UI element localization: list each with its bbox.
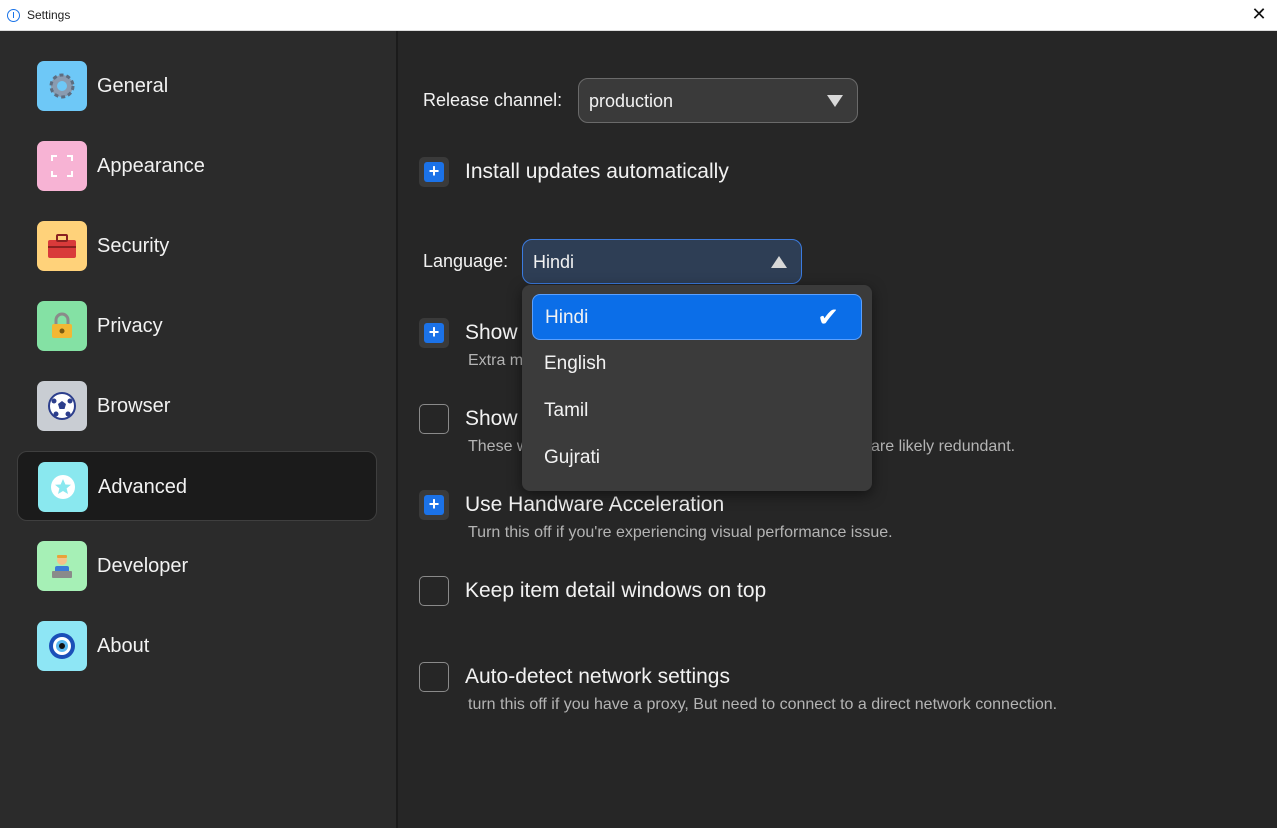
language-option-label: Gujrati xyxy=(544,447,600,468)
language-select[interactable]: Hindi xyxy=(522,239,802,284)
network-settings-title: Auto-detect network settings xyxy=(465,665,730,688)
hardware-acceleration-title: Use Handware Acceleration xyxy=(465,493,725,516)
sidebar-item-browser[interactable]: Browser xyxy=(17,371,377,441)
sidebar-item-label: Advanced xyxy=(98,476,187,498)
sidebar-item-label: Appearance xyxy=(97,155,205,177)
language-option-gujrati[interactable]: Gujrati xyxy=(532,435,862,481)
toolbox-icon xyxy=(37,221,87,271)
sidebar-item-developer[interactable]: Developer xyxy=(17,531,377,601)
checkbox-plus-icon: + xyxy=(424,323,444,343)
language-dropdown: Hindi ✔ English Tamil Gujrati xyxy=(522,285,872,491)
ball-icon xyxy=(37,381,87,431)
sidebar-item-about[interactable]: About xyxy=(17,611,377,681)
star-icon xyxy=(38,462,88,512)
checkbox-plus-icon: + xyxy=(424,495,444,515)
checkmark-icon: ✔ xyxy=(817,302,839,332)
sidebar-item-label: About xyxy=(97,635,150,657)
release-channel-select[interactable]: production xyxy=(578,78,858,123)
title-bar: Settings ✕ xyxy=(0,0,1277,31)
keep-on-top-checkbox[interactable] xyxy=(419,576,449,606)
auto-update-checkbox[interactable]: + xyxy=(419,157,449,187)
language-option-label: English xyxy=(544,353,607,374)
show-option-2-desc-tail: are likely redundant. xyxy=(871,438,1016,455)
sidebar-item-label: Privacy xyxy=(97,315,163,337)
auto-update-label: Install updates automatically xyxy=(465,160,729,183)
language-option-hindi[interactable]: Hindi ✔ xyxy=(532,294,862,340)
sidebar: General Appearance Security Privacy Brow… xyxy=(0,31,398,828)
language-label: Language: xyxy=(423,251,509,271)
show-option-1-desc: Extra m xyxy=(468,352,524,369)
window-title: Settings xyxy=(27,8,71,22)
language-option-tamil[interactable]: Tamil xyxy=(532,388,862,434)
hardware-acceleration-desc: Turn this off if you're experiencing vis… xyxy=(468,524,893,541)
sidebar-item-label: Developer xyxy=(97,555,189,577)
app-logo-icon xyxy=(7,9,20,22)
gear-icon xyxy=(37,61,87,111)
show-option-1-checkbox[interactable]: + xyxy=(419,318,449,348)
sidebar-item-privacy[interactable]: Privacy xyxy=(17,291,377,361)
language-option-label: Hindi xyxy=(545,307,589,328)
sidebar-item-security[interactable]: Security xyxy=(17,211,377,281)
sidebar-item-label: Security xyxy=(97,235,170,257)
lock-icon xyxy=(37,301,87,351)
show-option-2-desc: These w xyxy=(468,438,529,455)
network-settings-checkbox[interactable] xyxy=(419,662,449,692)
hardware-acceleration-checkbox[interactable]: + xyxy=(419,490,449,520)
network-settings-desc: turn this off if you have a proxy, But n… xyxy=(468,696,1058,713)
sidebar-item-general[interactable]: General xyxy=(17,51,377,121)
checkbox-plus-icon: + xyxy=(424,162,444,182)
release-channel-label: Release channel: xyxy=(423,90,563,110)
chevron-down-icon xyxy=(827,95,843,107)
close-icon[interactable]: ✕ xyxy=(1249,4,1269,24)
release-channel-value: production xyxy=(589,91,674,111)
frame-icon xyxy=(37,141,87,191)
sidebar-item-label: General xyxy=(97,75,169,97)
keep-on-top-title: Keep item detail windows on top xyxy=(465,579,767,602)
show-option-2-checkbox[interactable] xyxy=(419,404,449,434)
language-value: Hindi xyxy=(533,252,575,272)
show-option-2-title: Show xyxy=(465,407,518,430)
sidebar-item-label: Browser xyxy=(97,395,171,417)
language-option-english[interactable]: English xyxy=(532,341,862,387)
sidebar-item-advanced[interactable]: Advanced xyxy=(17,451,377,521)
chevron-up-icon xyxy=(771,256,787,268)
developer-icon xyxy=(37,541,87,591)
show-option-1-title: Show xyxy=(465,321,518,344)
eye-icon xyxy=(37,621,87,671)
sidebar-item-appearance[interactable]: Appearance xyxy=(17,131,377,201)
language-option-label: Tamil xyxy=(544,400,589,421)
